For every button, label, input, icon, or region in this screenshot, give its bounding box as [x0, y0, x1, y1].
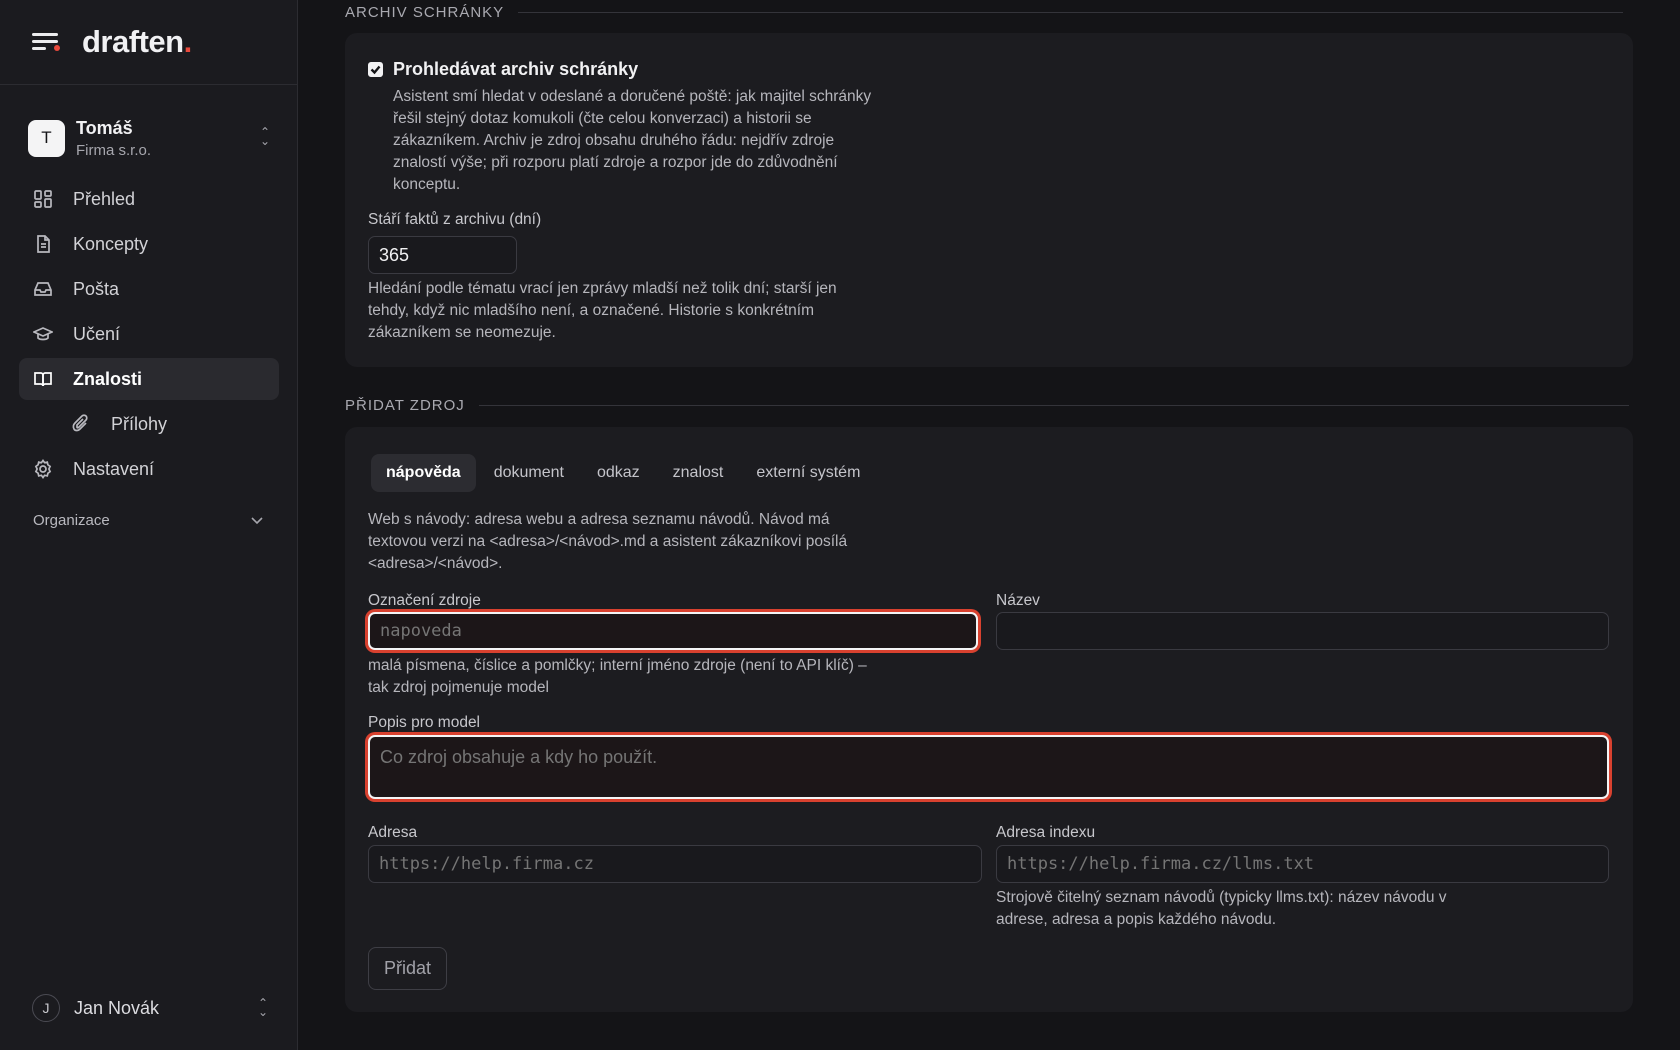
gear-icon — [33, 459, 53, 479]
source-slug-help: malá písmena, číslice a pomlčky; interní… — [368, 657, 867, 696]
archive-card: Prohledávat archiv schránky Asistent smí… — [345, 33, 1633, 367]
tab-dokument[interactable]: dokument — [479, 454, 579, 492]
source-name-input[interactable] — [996, 612, 1609, 650]
dashboard-icon — [33, 189, 53, 209]
archive-description: Asistent smí hledat v odeslané a doručen… — [393, 88, 872, 193]
menu-icon[interactable] — [32, 31, 60, 53]
source-slug-input[interactable] — [368, 612, 978, 650]
tab-znalost[interactable]: znalost — [658, 454, 739, 492]
source-intro: Web s návody: adresa webu a adresa sezna… — [368, 511, 848, 572]
archive-age-label: Stáří faktů z archivu (dní) — [368, 211, 542, 228]
source-description-label: Popis pro model — [368, 714, 481, 731]
nav-label: Přílohy — [111, 413, 168, 434]
org-company-name: Firma s.r.o. — [76, 141, 152, 159]
nav-label: Učení — [73, 323, 121, 344]
source-description-textarea[interactable] — [368, 735, 1609, 799]
nav-section-organizace[interactable]: Organizace — [19, 504, 279, 536]
source-address-label: Adresa — [368, 824, 418, 841]
nav-item-koncepty[interactable]: Koncepty — [19, 223, 279, 265]
source-type-tabs: nápověda dokument odkaz znalost externí … — [371, 454, 878, 492]
nav-item-nastaveni[interactable]: Nastavení — [19, 448, 279, 490]
org-user-name: Tomáš — [76, 117, 133, 138]
search-archive-checkbox[interactable] — [368, 62, 383, 77]
brand-header: draften. — [0, 0, 297, 85]
nav-label: Koncepty — [73, 233, 149, 254]
add-source-button[interactable]: Přidat — [368, 947, 447, 990]
main-content: ARCHIV SCHRÁNKY Prohledávat archiv schrá… — [298, 0, 1680, 1050]
source-name-label: Název — [996, 592, 1040, 609]
nav-label: Přehled — [73, 188, 136, 209]
nav-item-prehled[interactable]: Přehled — [19, 178, 279, 220]
org-switcher[interactable]: T Tomáš Firma s.r.o. ⌃ ⌄ — [28, 117, 270, 159]
user-name: Jan Novák — [74, 997, 160, 1018]
chevron-down-icon — [251, 512, 263, 529]
tab-externi-system[interactable]: externí systém — [741, 454, 875, 492]
nav-label: Nastavení — [73, 458, 155, 479]
main-nav: Přehled Koncepty Pošta Učení Znalosti Př… — [19, 178, 279, 536]
sidebar: draften. T Tomáš Firma s.r.o. ⌃ ⌄ Přehled… — [0, 0, 298, 1050]
brand-logo[interactable]: draften. — [82, 24, 192, 60]
tab-odkaz[interactable]: odkaz — [582, 454, 655, 492]
tab-napoveda[interactable]: nápověda — [371, 454, 476, 492]
source-index-input[interactable] — [996, 845, 1609, 883]
graduation-cap-icon — [33, 324, 53, 344]
section-title-archive: ARCHIV SCHRÁNKY — [345, 4, 1624, 21]
nav-label: Pošta — [73, 278, 120, 299]
search-archive-label[interactable]: Prohledávat archiv schránky — [393, 59, 638, 80]
nav-section-label: Organizace — [33, 511, 110, 529]
nav-item-prilohy[interactable]: Přílohy — [19, 403, 279, 445]
section-title-add-source: PŘIDAT ZDROJ — [345, 397, 1629, 414]
inbox-icon — [33, 279, 53, 299]
nav-item-uceni[interactable]: Učení — [19, 313, 279, 355]
chevron-up-down-icon: ⌃ ⌄ — [259, 125, 270, 148]
user-avatar: J — [32, 994, 60, 1022]
org-avatar: T — [28, 119, 65, 157]
archive-age-help: Hledání podle tématu vrací jen zprávy ml… — [368, 280, 837, 341]
document-icon — [33, 234, 53, 254]
nav-item-posta[interactable]: Pošta — [19, 268, 279, 310]
paperclip-icon — [71, 414, 91, 434]
nav-label: Znalosti — [73, 368, 143, 389]
add-source-card: nápověda dokument odkaz znalost externí … — [345, 427, 1633, 1012]
chevron-up-down-icon: ⌃ ⌄ — [257, 996, 268, 1019]
source-slug-label: Označení zdroje — [368, 592, 481, 609]
source-address-input[interactable] — [368, 845, 982, 883]
nav-item-znalosti[interactable]: Znalosti — [19, 358, 279, 400]
user-menu[interactable]: J Jan Novák ⌃ ⌄ — [32, 993, 268, 1023]
book-icon — [33, 369, 53, 389]
source-index-label: Adresa indexu — [996, 824, 1096, 841]
archive-age-input[interactable]: 365 — [368, 236, 517, 274]
source-index-help: Strojově čitelný seznam návodů (typicky … — [996, 889, 1447, 928]
